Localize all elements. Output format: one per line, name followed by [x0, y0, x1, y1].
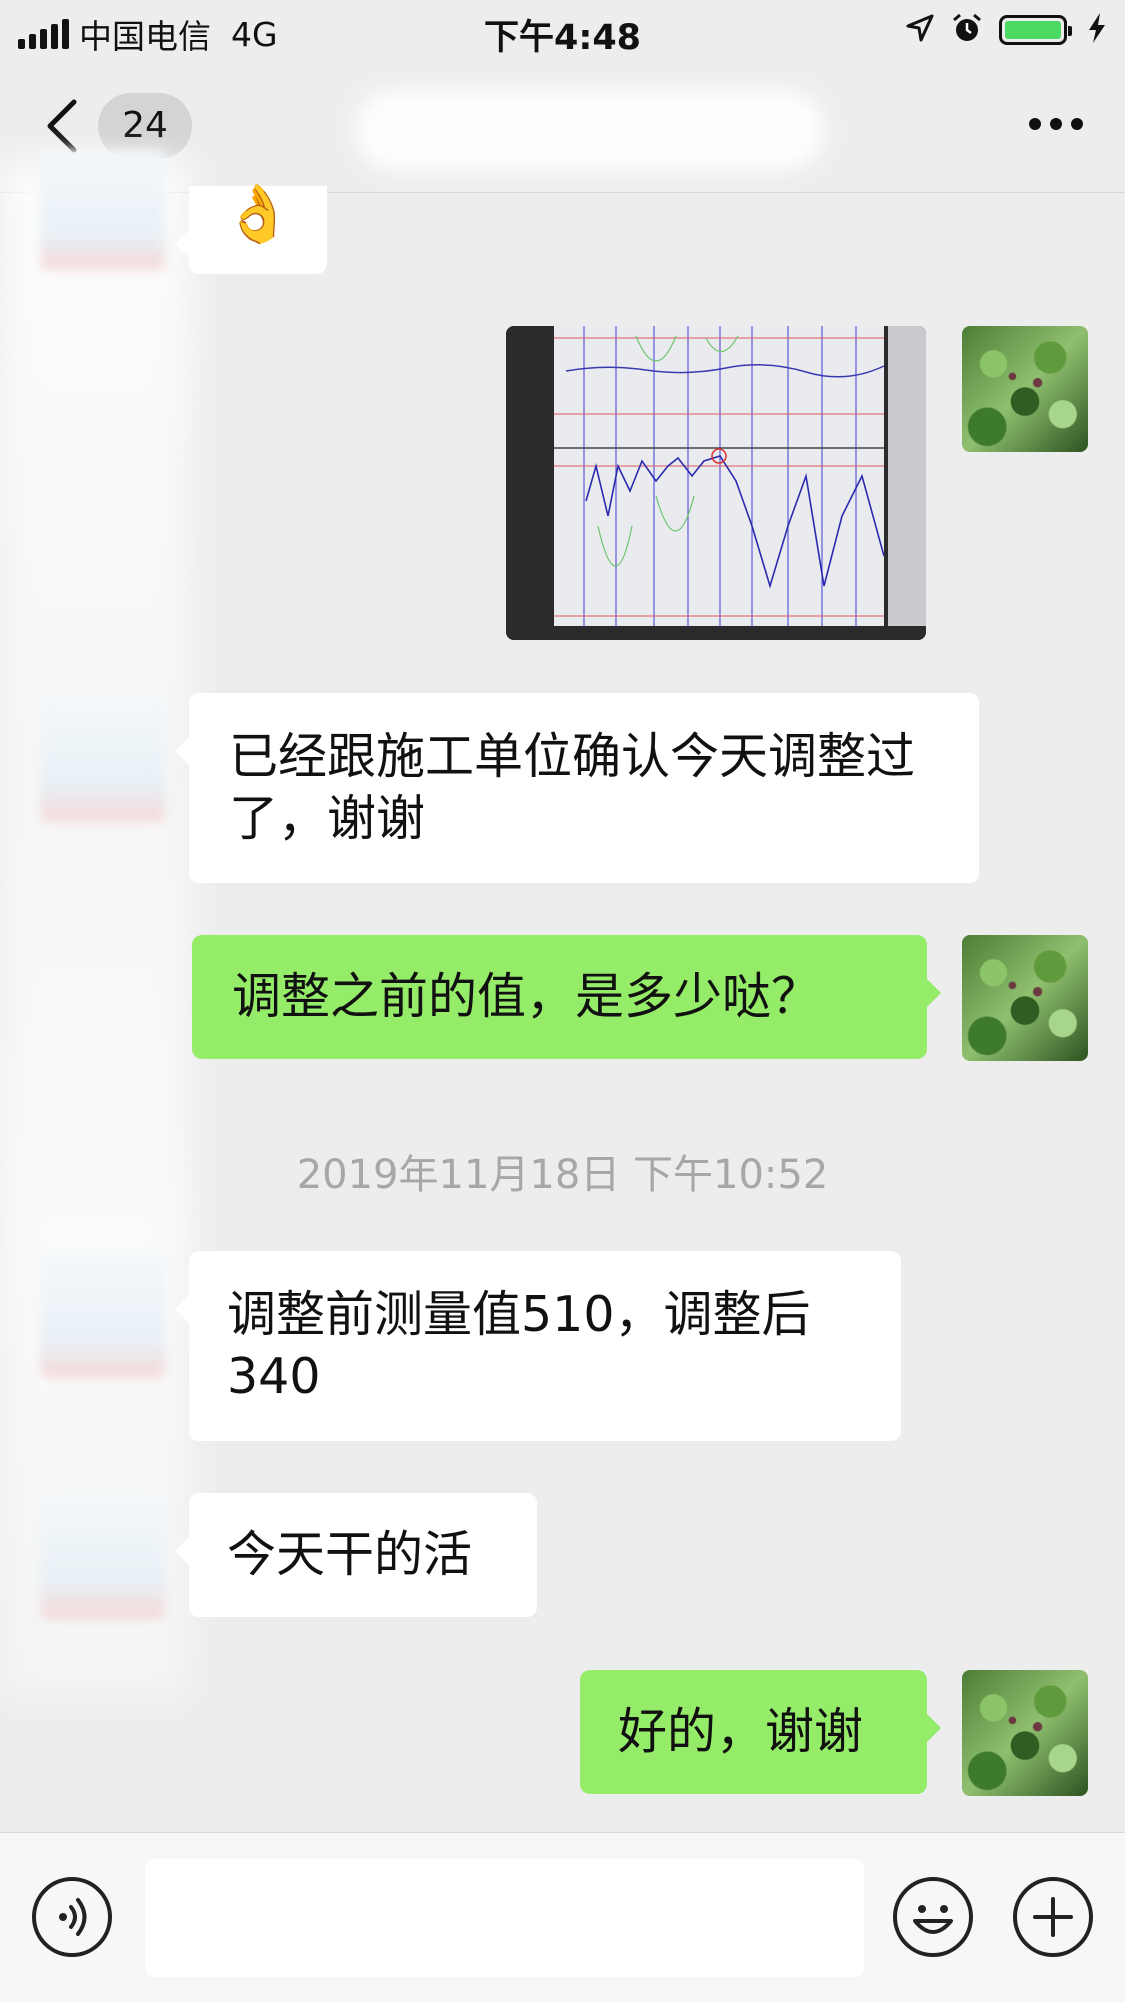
ok-hand-emoji: 👌 — [223, 182, 293, 247]
input-bar — [0, 1832, 1125, 2002]
more-icon[interactable] — [1029, 118, 1083, 130]
message-image-chart-photo[interactable] — [506, 326, 926, 640]
voice-icon[interactable] — [32, 1877, 112, 1957]
avatar-self[interactable] — [962, 935, 1088, 1061]
avatar-self[interactable] — [962, 1670, 1088, 1796]
message-text: 调整之前的值，是多少哒？ — [232, 968, 821, 1025]
battery-icon — [999, 15, 1072, 45]
avatar-contact[interactable] — [40, 150, 166, 270]
avatar-contact[interactable] — [40, 1493, 166, 1619]
message-bubble-sent[interactable]: 好的，谢谢 — [580, 1670, 941, 1794]
plus-icon[interactable] — [1013, 1877, 1093, 1957]
message-bubble-emoji[interactable]: 👌 — [175, 182, 327, 274]
emoji-icon[interactable] — [893, 1877, 973, 1957]
charging-icon — [1087, 12, 1107, 48]
message-bubble-received[interactable]: 今天干的活 — [175, 1493, 537, 1617]
location-arrow-icon — [905, 13, 935, 47]
status-bar: 中国电信 4G 下午4:48 — [0, 0, 1125, 62]
chat-title-redacted — [355, 90, 825, 170]
chat-timestamp: 2019年11月18日 下午10:52 — [296, 1152, 829, 1198]
message-text: 已经跟施工单位确认今天调整过了，谢谢 — [229, 728, 916, 847]
avatar-contact[interactable] — [40, 1252, 166, 1378]
message-text: 好的，谢谢 — [618, 1703, 864, 1760]
back-icon[interactable] — [42, 98, 82, 154]
message-text: 调整前测量值510，调整后340 — [227, 1286, 811, 1405]
avatar-contact[interactable] — [40, 696, 166, 822]
message-bubble-sent[interactable]: 调整之前的值，是多少哒？ — [192, 935, 941, 1059]
redaction-overlay — [0, 160, 190, 1700]
message-bubble-received[interactable]: 已经跟施工单位确认今天调整过了，谢谢 — [175, 693, 979, 883]
avatar-self[interactable] — [962, 326, 1088, 452]
message-text: 今天干的活 — [227, 1526, 473, 1583]
message-input[interactable] — [145, 1859, 864, 1977]
alarm-icon — [951, 12, 983, 48]
message-bubble-received[interactable]: 调整前测量值510，调整后340 — [175, 1251, 901, 1441]
